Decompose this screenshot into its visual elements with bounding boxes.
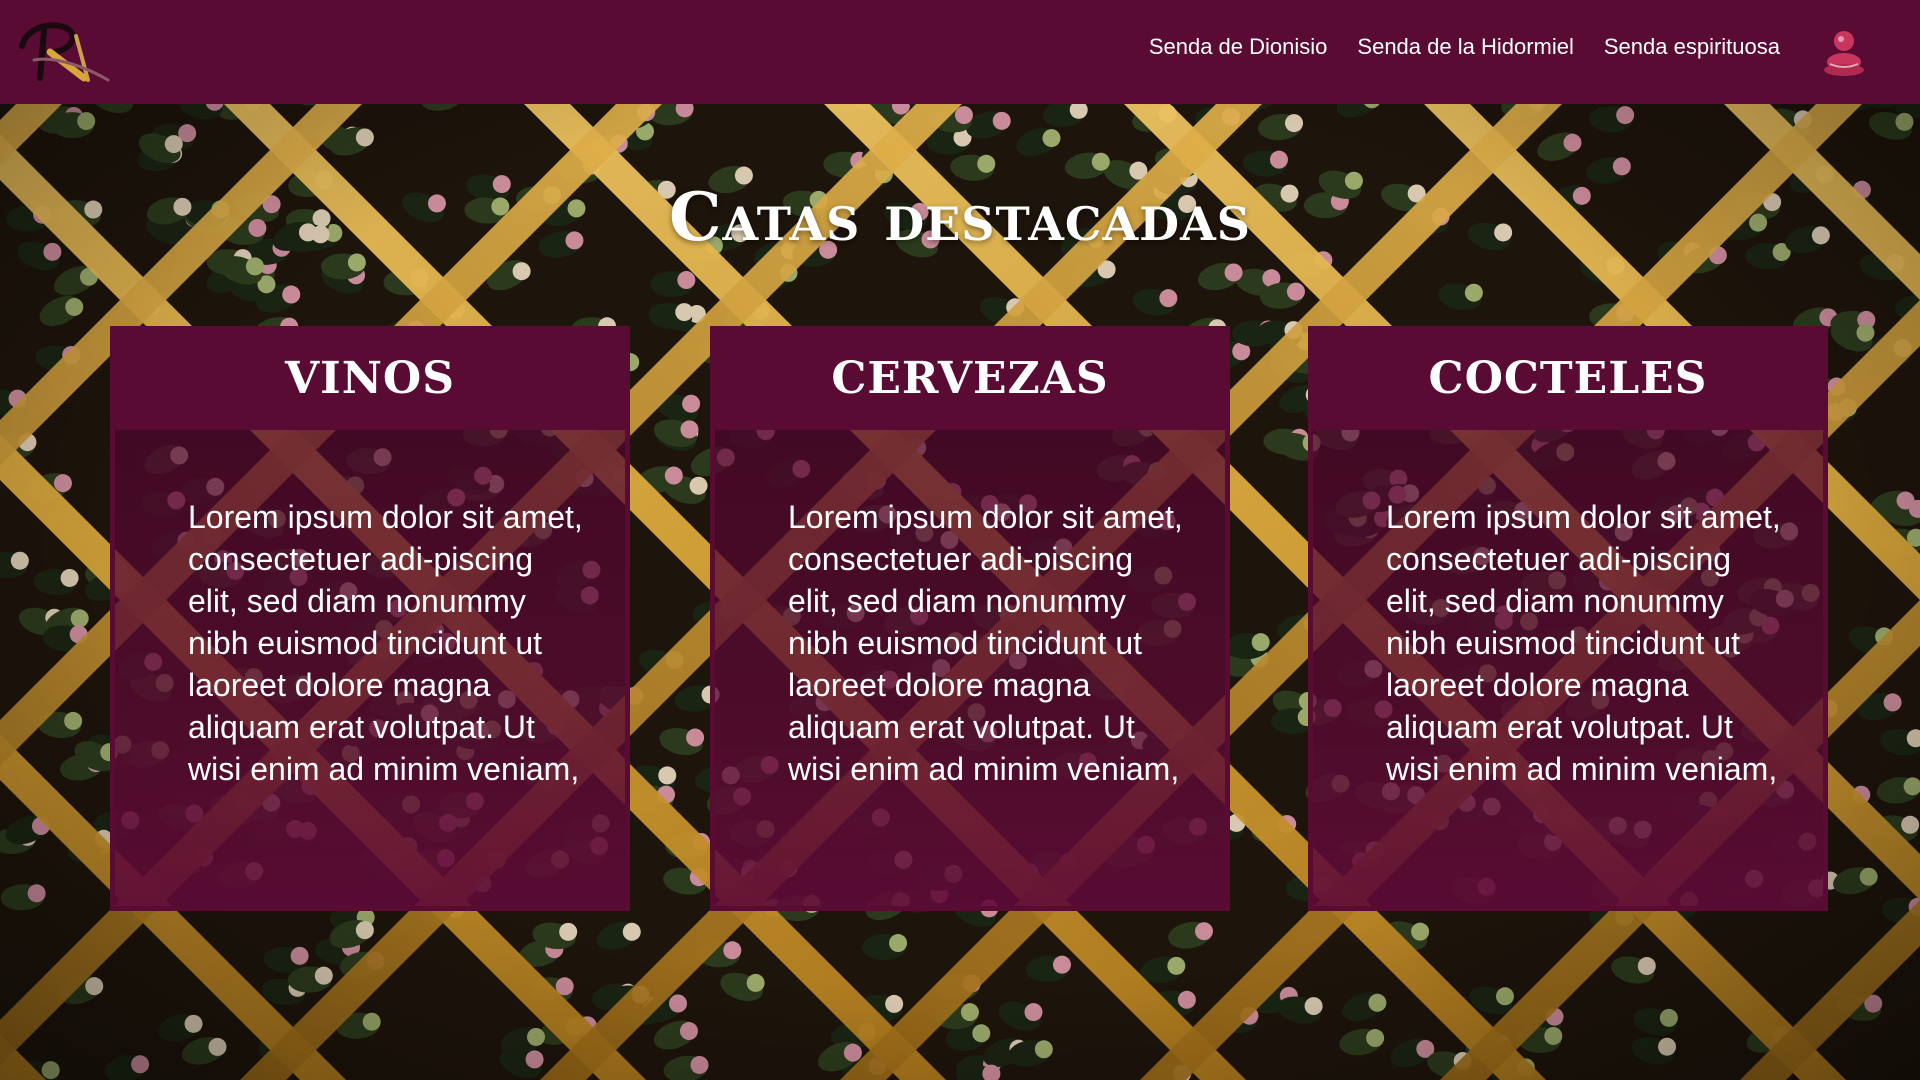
card-text: Lorem ipsum dolor sit amet, consectetuer… bbox=[1386, 499, 1781, 787]
page-title: Catas destacadas bbox=[669, 178, 1251, 256]
card-text: Lorem ipsum dolor sit amet, consectetuer… bbox=[788, 499, 1183, 787]
nav-link-senda-de-dionisio[interactable]: Senda de Dionisio bbox=[1149, 34, 1328, 60]
nav-link-senda-de-la-hidormiel[interactable]: Senda de la Hidormiel bbox=[1357, 34, 1573, 60]
card-vinos[interactable]: VINOS Lorem ipsum dolor sit amet, consec… bbox=[110, 326, 630, 911]
card-header: COCTELES bbox=[1308, 326, 1828, 430]
card-cocteles[interactable]: COCTELES Lorem ipsum dolor sit amet, con… bbox=[1308, 326, 1828, 911]
user-icon[interactable] bbox=[1820, 26, 1868, 78]
card-title: VINOS bbox=[284, 352, 456, 404]
nav-link-senda-espirituosa[interactable]: Senda espirituosa bbox=[1604, 34, 1780, 60]
card-cervezas[interactable]: CERVEZAS Lorem ipsum dolor sit amet, con… bbox=[710, 326, 1230, 911]
card-title: COCTELES bbox=[1428, 352, 1708, 404]
card-header: VINOS bbox=[110, 326, 630, 430]
card-body: Lorem ipsum dolor sit amet, consectetuer… bbox=[710, 430, 1230, 911]
brand-logo-icon[interactable] bbox=[14, 16, 114, 88]
card-text: Lorem ipsum dolor sit amet, consectetuer… bbox=[188, 499, 583, 787]
card-body: Lorem ipsum dolor sit amet, consectetuer… bbox=[1308, 430, 1828, 911]
main-nav: Senda de Dionisio Senda de la Hidormiel … bbox=[1149, 34, 1780, 60]
top-navigation-bar: Senda de Dionisio Senda de la Hidormiel … bbox=[0, 0, 1920, 104]
card-title: CERVEZAS bbox=[831, 352, 1109, 404]
card-header: CERVEZAS bbox=[710, 326, 1230, 430]
card-body: Lorem ipsum dolor sit amet, consectetuer… bbox=[110, 430, 630, 911]
